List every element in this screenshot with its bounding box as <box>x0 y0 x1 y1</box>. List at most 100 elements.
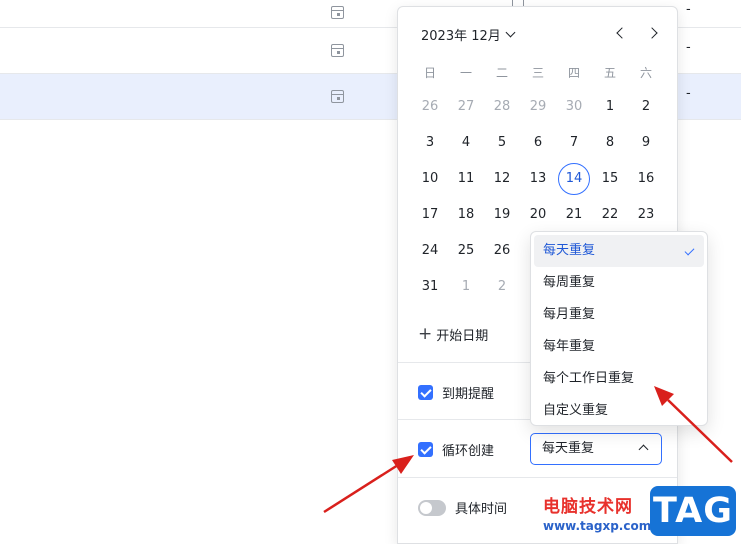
menu-item-workday[interactable]: 每个工作日重复 <box>534 363 704 395</box>
calendar-day[interactable]: 23 <box>628 197 664 233</box>
calendar-icon[interactable] <box>331 90 344 103</box>
day-number: 31 <box>421 279 439 294</box>
calendar-day[interactable]: 25 <box>448 233 484 269</box>
cell-value: - <box>686 40 691 55</box>
calendar-day[interactable]: 2 <box>628 89 664 125</box>
day-number: 25 <box>457 243 475 258</box>
calendar-day[interactable]: 28 <box>484 89 520 125</box>
menu-item-monthly[interactable]: 每月重复 <box>534 299 704 331</box>
calendar-day[interactable]: 5 <box>484 125 520 161</box>
calendar-day[interactable]: 1 <box>448 269 484 305</box>
day-number: 18 <box>457 207 475 222</box>
month-selector[interactable]: 2023年 12月 <box>421 25 516 44</box>
check-icon <box>684 245 695 256</box>
calendar-day[interactable]: 10 <box>412 161 448 197</box>
calendar-day[interactable]: 15 <box>592 161 628 197</box>
calendar-day[interactable]: 27 <box>448 89 484 125</box>
menu-item-daily[interactable]: 每天重复 <box>534 235 704 267</box>
plus-icon: + <box>418 324 433 344</box>
calendar-day[interactable]: 7 <box>556 125 592 161</box>
calendar-icon[interactable] <box>331 6 344 19</box>
day-number: 29 <box>529 99 547 114</box>
calendar-day[interactable]: 30 <box>556 89 592 125</box>
chevron-down-icon <box>505 27 516 38</box>
day-number: 23 <box>637 207 655 222</box>
calendar-day[interactable]: 31 <box>412 269 448 305</box>
calendar-day[interactable]: 26 <box>412 89 448 125</box>
day-number: 19 <box>493 207 511 222</box>
chevron-up-icon <box>638 444 649 455</box>
day-number: 1 <box>461 279 471 294</box>
calendar-day[interactable]: 17 <box>412 197 448 233</box>
day-number: 21 <box>565 207 583 222</box>
watermark-tag-logo: TAG <box>650 486 736 536</box>
start-date-label: 开始日期 <box>436 329 489 344</box>
repeat-dropdown-menu: 每天重复 每周重复 每月重复 每年重复 每个工作日重复 自定义重复 <box>530 231 708 426</box>
add-start-date-button[interactable]: + 开始日期 <box>418 324 489 345</box>
day-number: 20 <box>529 207 547 222</box>
day-number: 10 <box>421 171 439 186</box>
calendar-day[interactable]: 4 <box>448 125 484 161</box>
calendar-day[interactable]: 9 <box>628 125 664 161</box>
repeat-select[interactable]: 每天重复 <box>530 433 662 465</box>
day-number: 9 <box>641 135 651 150</box>
calendar-day[interactable]: 3 <box>412 125 448 161</box>
day-number: 30 <box>565 99 583 114</box>
recurring-label: 循环创建 <box>442 444 495 459</box>
day-number: 13 <box>529 171 547 186</box>
day-number: 12 <box>493 171 511 186</box>
day-number: 26 <box>421 99 439 114</box>
calendar-day[interactable]: 29 <box>520 89 556 125</box>
weekday-header: 日 一 二 三 四 五 六 <box>412 63 664 83</box>
chevron-left-icon[interactable] <box>616 27 628 39</box>
menu-item-yearly[interactable]: 每年重复 <box>534 331 704 363</box>
month-label: 2023年 12月 <box>421 29 501 44</box>
due-reminder-checkbox[interactable] <box>418 385 433 400</box>
day-number: 1 <box>605 99 615 114</box>
calendar-day[interactable]: 11 <box>448 161 484 197</box>
menu-item-weekly[interactable]: 每周重复 <box>534 267 704 299</box>
calendar-day[interactable]: 6 <box>520 125 556 161</box>
cell-value: - <box>686 86 691 101</box>
calendar-icon[interactable] <box>331 44 344 57</box>
calendar-day[interactable]: 20 <box>520 197 556 233</box>
calendar-header: 2023年 12月 <box>398 7 677 59</box>
day-number: 15 <box>601 171 619 186</box>
recurring-checkbox[interactable] <box>418 442 433 457</box>
day-number: 2 <box>641 99 651 114</box>
menu-item-label: 每个工作日重复 <box>543 371 635 386</box>
menu-item-label: 每年重复 <box>543 339 596 354</box>
chevron-right-icon[interactable] <box>646 27 658 39</box>
calendar-day[interactable]: 22 <box>592 197 628 233</box>
due-reminder-option[interactable]: 到期提醒 <box>418 383 494 402</box>
recurring-option[interactable]: 循环创建 <box>418 440 494 459</box>
day-number: 26 <box>493 243 511 258</box>
menu-item-label: 每周重复 <box>543 275 596 290</box>
day-number: 28 <box>493 99 511 114</box>
calendar-day[interactable]: 16 <box>628 161 664 197</box>
divider <box>398 477 677 478</box>
weekday-label: 四 <box>567 66 580 80</box>
weekday-label: 一 <box>459 66 472 80</box>
calendar-day[interactable]: 18 <box>448 197 484 233</box>
calendar-day[interactable]: 1 <box>592 89 628 125</box>
calendar-day[interactable]: 8 <box>592 125 628 161</box>
calendar-day[interactable]: 13 <box>520 161 556 197</box>
weekday-label: 三 <box>531 66 544 80</box>
calendar-day[interactable]: 12 <box>484 161 520 197</box>
calendar-day[interactable]: 19 <box>484 197 520 233</box>
calendar-day[interactable]: 21 <box>556 197 592 233</box>
specific-time-option[interactable]: 具体时间 <box>418 498 507 517</box>
day-number: 8 <box>605 135 615 150</box>
calendar-day-today[interactable]: 14 <box>556 161 592 197</box>
weekday-label: 日 <box>423 66 436 80</box>
menu-item-label: 每天重复 <box>543 243 596 258</box>
calendar-day[interactable]: 2 <box>484 269 520 305</box>
cell-value: - <box>686 2 691 17</box>
specific-time-toggle[interactable] <box>418 499 446 516</box>
calendar-day[interactable]: 24 <box>412 233 448 269</box>
day-number: 4 <box>461 135 471 150</box>
calendar-day[interactable]: 26 <box>484 233 520 269</box>
menu-item-custom[interactable]: 自定义重复 <box>534 395 704 427</box>
due-reminder-label: 到期提醒 <box>442 387 495 402</box>
